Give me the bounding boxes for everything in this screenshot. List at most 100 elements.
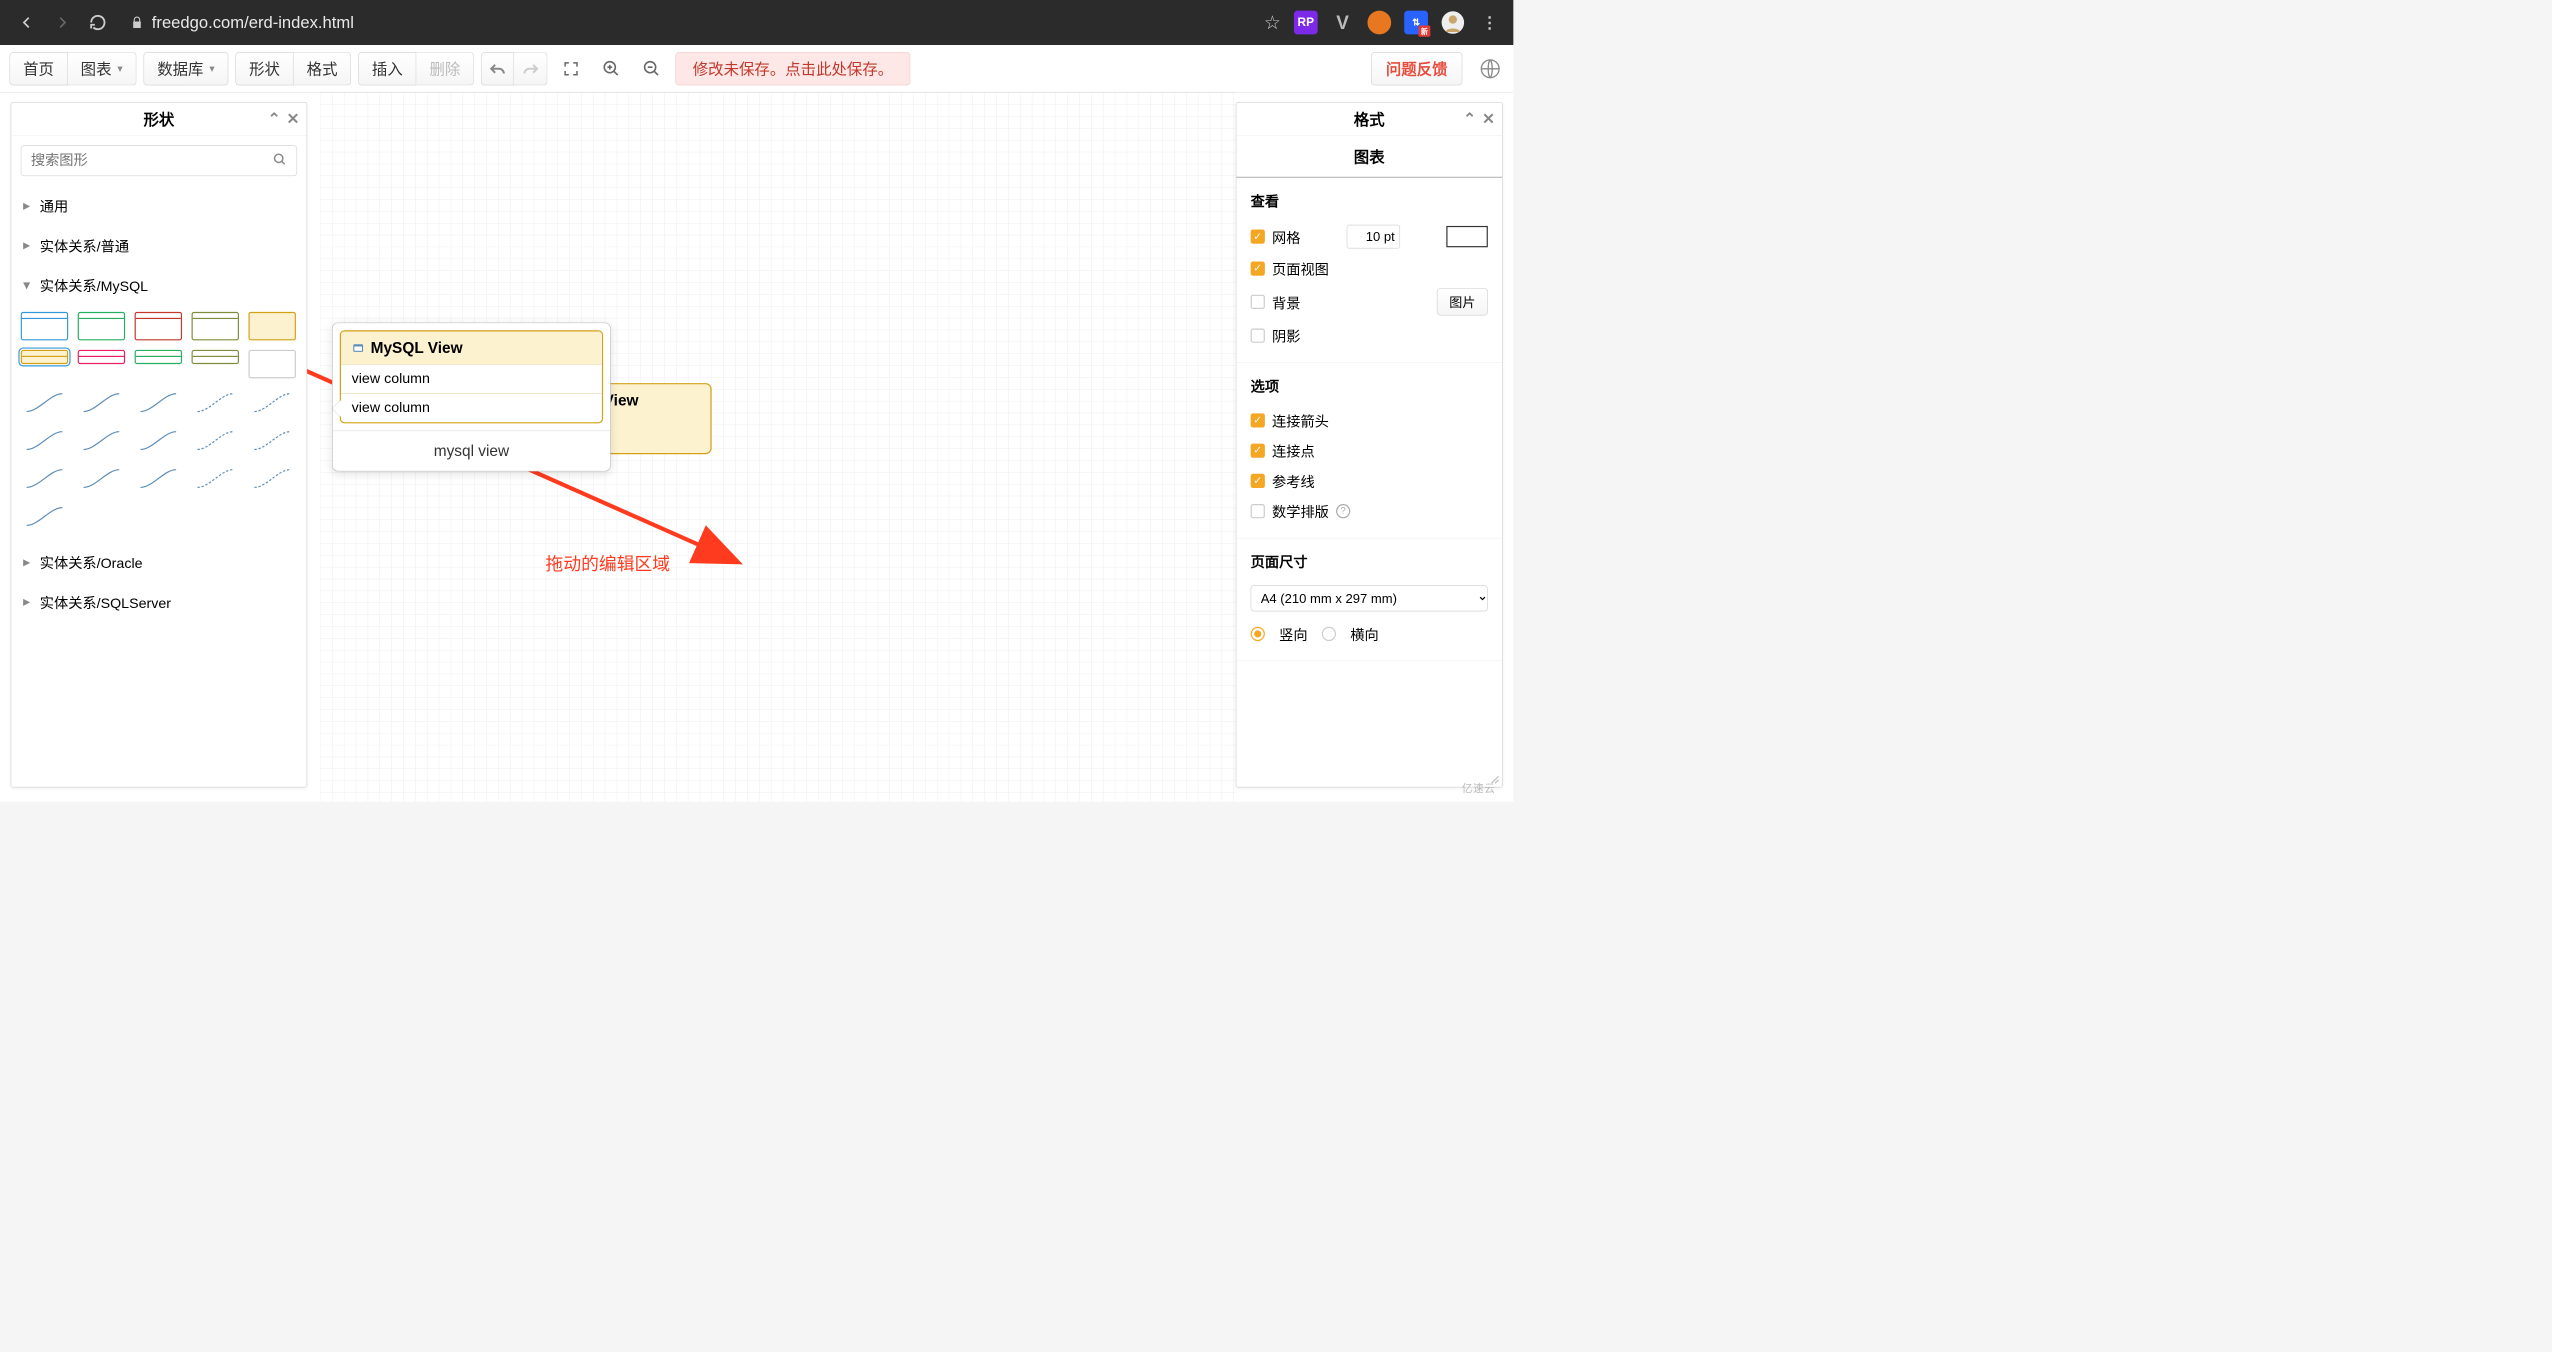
grid-size-input[interactable]: [1347, 225, 1400, 249]
language-icon[interactable]: [1477, 55, 1504, 82]
label-background: 背景: [1272, 291, 1300, 312]
checkbox-background[interactable]: ✓: [1251, 295, 1265, 309]
insert-button[interactable]: 插入: [358, 52, 416, 85]
category-general[interactable]: ▸通用: [11, 186, 306, 226]
search-input-wrap[interactable]: [21, 145, 297, 176]
format-button[interactable]: 格式: [294, 52, 352, 85]
radio-portrait[interactable]: [1251, 627, 1265, 641]
shape-view-pink[interactable]: [78, 350, 125, 364]
checkbox-shadow[interactable]: ✓: [1251, 328, 1265, 342]
shape-connector-13[interactable]: [135, 464, 182, 492]
shape-connector-3[interactable]: [135, 388, 182, 416]
section-page-size-heading: 页面尺寸: [1251, 550, 1488, 571]
zoom-out-icon[interactable]: [635, 52, 668, 85]
shape-view-green[interactable]: [135, 350, 182, 364]
section-options-heading: 选项: [1251, 375, 1488, 396]
shape-table-olive[interactable]: [192, 312, 239, 340]
undo-button[interactable]: [481, 52, 514, 85]
checkbox-grid[interactable]: ✓: [1251, 229, 1265, 243]
forward-button[interactable]: [47, 8, 77, 38]
label-page-view: 页面视图: [1272, 258, 1329, 279]
canvas[interactable]: View MySQL View view column view column …: [320, 93, 1236, 802]
collapse-icon[interactable]: ⌃: [1463, 110, 1476, 128]
shape-connector-2[interactable]: [78, 388, 125, 416]
shape-connector-5[interactable]: [248, 388, 295, 416]
url-text: freedgo.com/erd-index.html: [152, 13, 354, 32]
save-notice[interactable]: 修改未保存。点击此处保存。: [676, 52, 911, 85]
page-size-select[interactable]: A4 (210 mm x 297 mm): [1251, 585, 1488, 611]
shape-button[interactable]: 形状: [236, 52, 294, 85]
format-panel-header: 格式 ⌃ ✕: [1236, 103, 1502, 136]
close-icon[interactable]: ✕: [1482, 110, 1495, 128]
close-icon[interactable]: ✕: [287, 110, 300, 128]
shape-connector-1[interactable]: [21, 388, 68, 416]
shape-note-yellow[interactable]: [248, 312, 295, 340]
extension-rp[interactable]: RP: [1294, 11, 1318, 35]
label-shadow: 阴影: [1272, 325, 1300, 346]
diagram-menu[interactable]: 图表▾: [68, 52, 137, 85]
drag-preview-row: view column: [341, 364, 602, 393]
shape-connector-14[interactable]: [192, 464, 239, 492]
extension-v[interactable]: V: [1331, 11, 1355, 35]
feedback-button[interactable]: 问题反馈: [1371, 52, 1462, 85]
redo-button[interactable]: [514, 52, 547, 85]
zoom-in-icon[interactable]: [595, 52, 628, 85]
checkbox-conn-arrow[interactable]: ✓: [1251, 413, 1265, 427]
checkbox-math[interactable]: ✓: [1251, 504, 1265, 518]
shape-connector-6[interactable]: [21, 426, 68, 454]
fullscreen-icon[interactable]: [555, 52, 588, 85]
browser-menu-icon[interactable]: ⋮: [1478, 11, 1502, 35]
search-input[interactable]: [31, 152, 273, 169]
database-menu[interactable]: 数据库▾: [144, 52, 229, 85]
shape-view-olive[interactable]: [192, 350, 239, 364]
shape-connector-4[interactable]: [192, 388, 239, 416]
section-view-heading: 查看: [1251, 190, 1488, 211]
delete-button[interactable]: 删除: [416, 52, 474, 85]
category-er-mysql[interactable]: ▾实体关系/MySQL: [11, 265, 306, 305]
shape-connector-9[interactable]: [192, 426, 239, 454]
shape-connector-15[interactable]: [248, 464, 295, 492]
drag-preview-title: MySQL View: [341, 331, 602, 364]
shape-note-white[interactable]: [248, 350, 295, 378]
shape-view-yellow[interactable]: [21, 350, 68, 364]
section-view: 查看 ✓ 网格 ✓ 页面视图 ✓ 背景 图片 ✓: [1236, 178, 1502, 363]
shape-connector-8[interactable]: [135, 426, 182, 454]
back-button[interactable]: [12, 8, 42, 38]
reload-button[interactable]: [83, 8, 113, 38]
shape-connector-7[interactable]: [78, 426, 125, 454]
extension-blue[interactable]: ⇅新: [1404, 11, 1428, 35]
shape-connector-11[interactable]: [21, 464, 68, 492]
shape-table-green[interactable]: [78, 312, 125, 340]
label-portrait: 竖向: [1279, 623, 1307, 644]
app: 首页 图表▾ 数据库▾ 形状 格式 插入 删除 修改未保存。点击此处保存。 问题…: [0, 45, 1513, 802]
info-icon[interactable]: ?: [1336, 504, 1350, 518]
category-er-sqlserver[interactable]: ▸实体关系/SQLServer: [11, 582, 306, 622]
home-button[interactable]: 首页: [9, 52, 67, 85]
category-er-oracle[interactable]: ▸实体关系/Oracle: [11, 542, 306, 582]
checkbox-page-view[interactable]: ✓: [1251, 261, 1265, 275]
shape-connector-16[interactable]: [21, 502, 68, 530]
extension-orange[interactable]: [1367, 11, 1391, 35]
checkbox-conn-point[interactable]: ✓: [1251, 443, 1265, 457]
format-tab-diagram[interactable]: 图表: [1236, 136, 1502, 178]
category-er-common[interactable]: ▸实体关系/普通: [11, 225, 306, 265]
search-icon[interactable]: [273, 152, 287, 169]
annotation-text: 拖动的编辑区域: [546, 549, 671, 575]
grid-color-swatch[interactable]: [1446, 226, 1488, 247]
drag-preview: MySQL View view column view column mysql…: [332, 323, 611, 472]
address-bar[interactable]: freedgo.com/erd-index.html: [130, 13, 1263, 32]
checkbox-guide[interactable]: ✓: [1251, 474, 1265, 488]
avatar[interactable]: [1441, 11, 1465, 35]
shape-table-blue[interactable]: [21, 312, 68, 340]
label-math: 数学排版: [1272, 500, 1329, 521]
image-button[interactable]: 图片: [1437, 288, 1488, 315]
shape-connector-12[interactable]: [78, 464, 125, 492]
format-panel: 格式 ⌃ ✕ 图表 查看 ✓ 网格 ✓ 页面视图: [1236, 102, 1503, 788]
star-icon[interactable]: ☆: [1264, 11, 1281, 34]
radio-landscape[interactable]: [1322, 627, 1336, 641]
collapse-icon[interactable]: ⌃: [268, 110, 281, 128]
shape-connector-10[interactable]: [248, 426, 295, 454]
workspace: 形状 ⌃ ✕ ▸通用 ▸实体关系/普通 ▾实体关系/MySQL: [0, 93, 1513, 802]
shapes-panel: 形状 ⌃ ✕ ▸通用 ▸实体关系/普通 ▾实体关系/MySQL: [11, 102, 308, 788]
shape-table-red[interactable]: [135, 312, 182, 340]
